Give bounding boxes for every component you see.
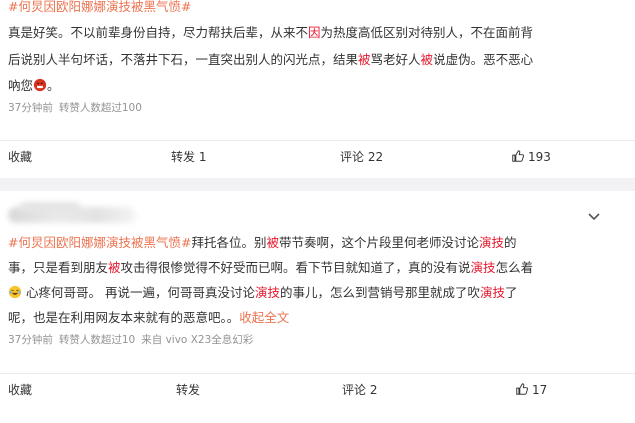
post-text: 真是好笑。不以前辈身份自持，尽力帮扶后辈，从来不 [8, 25, 309, 40]
keyword-highlight: 因 [308, 25, 321, 40]
laughing-crying-emoji [8, 285, 22, 299]
post-1-action-bar: 收藏 转发 1 评论 22 193 [0, 140, 635, 173]
like-count: 193 [528, 150, 551, 164]
collect-button[interactable]: 收藏 [8, 141, 32, 173]
post-text: 带节奏啊，这个片段里何老师没讨论 [278, 235, 479, 250]
post-text: 的事儿，怎么到营销号那里就成了吹 [280, 285, 481, 300]
like-button[interactable]: 193 [511, 141, 551, 173]
post-2-source: 来自 vivo X23全息幻彩 [141, 334, 254, 346]
post-1-line-4-end: 。 [47, 78, 60, 93]
repost-button[interactable]: 转发 [176, 374, 200, 406]
topic-link[interactable]: #何炅因欧阳娜娜演技被黑气愤# [8, 235, 191, 250]
post-text: 骂老好人 [370, 52, 421, 67]
angry-face-emoji [33, 78, 47, 92]
keyword-highlight: 演技 [480, 285, 506, 300]
like-button[interactable]: 17 [515, 374, 547, 406]
comment-button[interactable]: 评论 2 [342, 374, 377, 406]
collect-button[interactable]: 收藏 [8, 374, 32, 406]
post-text: 说虚伪。恶不恶心 [433, 52, 534, 67]
post-text: 心疼何哥哥。 再说一遍，何哥哥真没讨论 [26, 285, 255, 300]
post-2-line-4: 呢，也是在利用网友本来就有的恶意吧。。收起全文 [8, 308, 289, 328]
keyword-highlight: 演技 [479, 235, 505, 250]
post-2-line-3: 心疼何哥哥。 再说一遍，何哥哥真没讨论演技的事儿，怎么到营销号那里就成了吹演技了 [8, 283, 518, 303]
post-2-line-3-text: 心疼何哥哥。 再说一遍，何哥哥真没讨论演技的事儿，怎么到营销号那里就成了吹演技了 [26, 285, 518, 300]
post-1-time[interactable]: 37分钟前 [8, 102, 53, 114]
chevron-down-icon[interactable] [586, 211, 602, 223]
post-1-line-2: 真是好笑。不以前辈身份自持，尽力帮扶后辈，从来不因为热度高低区别对待别人，不在面… [8, 23, 533, 43]
post-text: 拜托各位。别 [191, 235, 267, 250]
post-2-repost-count: 转赞人数超过10 [58, 334, 136, 346]
post-2-line-2: 事，只是看到朋友被攻击得很惨觉得不好受而已啊。看下节目就知道了，真的没有说演技怎… [8, 258, 533, 278]
post-1-line-1: #何炅因欧阳娜娜演技被黑气愤# [8, 0, 191, 17]
post-separator [0, 178, 635, 191]
thumbs-up-icon [512, 150, 524, 162]
keyword-highlight: 被 [420, 52, 434, 67]
post-1-repost-count: 转赞人数超过100 [58, 102, 142, 114]
keyword-highlight: 被 [358, 52, 371, 67]
post-1-meta: 37分钟前 转赞人数超过100 [8, 101, 148, 115]
post-2-time[interactable]: 37分钟前 [8, 334, 53, 346]
post-text: 攻击得很惨觉得不好受而已啊。看下节目就知道了，真的没有说 [120, 260, 471, 275]
post-text: 呢，也是在利用网友本来就有的恶意吧。。 [8, 310, 240, 325]
topic-link[interactable]: 收起全文 [239, 310, 289, 325]
post-text: 事，只是看到朋友 [8, 260, 109, 275]
keyword-highlight: 被 [266, 235, 279, 250]
post-text: 的 [504, 235, 517, 250]
topic-link[interactable]: #何炅因欧阳娜娜演技被黑气愤# [8, 0, 191, 14]
post-text: 了 [505, 285, 518, 300]
repost-button[interactable]: 转发 1 [171, 141, 206, 173]
post-1-line-4-text: 吶您 [8, 78, 34, 93]
post-2-action-bar: 收藏 转发 评论 2 17 [0, 373, 635, 406]
thumbs-up-icon [516, 383, 528, 395]
post-text: 为热度高低区别对待别人，不在面前背 [320, 25, 534, 40]
blurred-username-detail [20, 202, 80, 212]
post-2-line-1: #何炅因欧阳娜娜演技被黑气愤#拜托各位。别被带节奏啊，这个片段里何老师没讨论演技… [8, 233, 517, 253]
post-text: 怎么着 [495, 260, 534, 275]
post-2-meta: 37分钟前 转赞人数超过10 来自 vivo X23全息幻彩 [8, 333, 259, 347]
like-count: 17 [532, 383, 548, 397]
keyword-highlight: 演技 [470, 260, 496, 275]
keyword-highlight: 被 [108, 260, 121, 275]
post-1-line-3: 后说别人半句坏话，不落井下石，一直突出别人的闪光点，结果被骂老好人被说虚伪。恶不… [8, 50, 533, 70]
post-1-line-4: 吶您 。 [8, 76, 60, 96]
comment-button[interactable]: 评论 22 [340, 141, 383, 173]
post-text: 后说别人半句坏话，不落井下石，一直突出别人的闪光点，结果 [8, 52, 359, 67]
post-1: #何炅因欧阳娜娜演技被黑气愤# 真是好笑。不以前辈身份自持，尽力帮扶后辈，从来不… [0, 0, 635, 178]
keyword-highlight: 演技 [254, 285, 280, 300]
